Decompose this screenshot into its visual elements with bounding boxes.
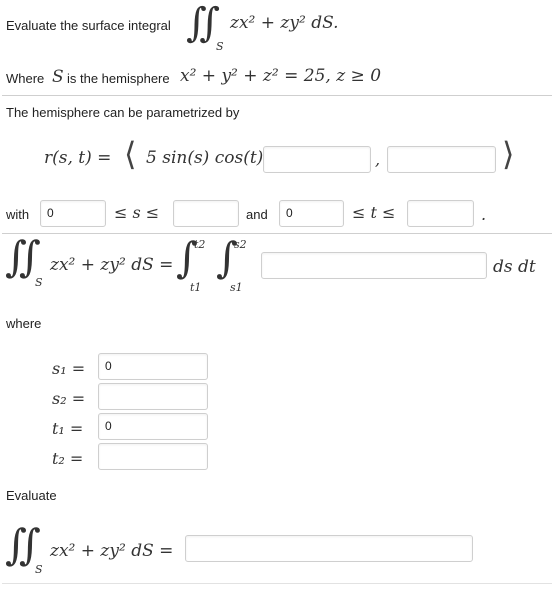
evaluate-label: Evaluate (6, 488, 57, 503)
divider (2, 233, 552, 234)
prompt-text: Evaluate the surface integral (6, 18, 171, 33)
prompt-integrand: zx² + zy² dS. (230, 13, 339, 33)
lower-limit-inner: s1 (230, 281, 243, 294)
iterated-lhs: zx² + zy² dS = (50, 255, 174, 275)
divider (2, 95, 552, 96)
double-integral-sign: ∬ (186, 0, 221, 46)
s-inequality: ≤ s ≤ (114, 203, 160, 222)
t-inequality: ≤ t ≤ (352, 203, 396, 222)
right-angle-bracket: ⟩ (502, 135, 515, 173)
period: . (481, 205, 487, 224)
surface-subscript: S (216, 40, 224, 53)
s-upper-input[interactable] (173, 200, 239, 227)
where-label: where (6, 316, 42, 331)
component-z-input[interactable] (387, 146, 496, 173)
integrand-input[interactable] (261, 252, 487, 279)
s1-input[interactable]: 0 (98, 353, 208, 380)
final-answer-input[interactable] (185, 535, 473, 562)
bottom-divider (2, 583, 552, 584)
surface-subscript: S (35, 563, 43, 576)
s2-input[interactable] (98, 383, 208, 410)
t-lower-input[interactable]: 0 (279, 200, 344, 227)
where-label: Where (6, 71, 45, 86)
double-integral-sign: ∬ (5, 520, 41, 569)
upper-limit-inner: s2 (234, 238, 247, 251)
parametrize-label: The hemisphere can be parametrized by (6, 105, 240, 120)
lower-limit-outer: t1 (190, 281, 202, 294)
upper-limit-outer: t2 (194, 238, 206, 251)
with-label: with (6, 207, 30, 222)
left-angle-bracket: ⟨ (124, 135, 137, 173)
surface-subscript: S (35, 276, 43, 289)
t1-input[interactable]: 0 (98, 413, 208, 440)
t1-label: t₁ = (52, 419, 84, 438)
r-function-lhs: r(s, t) = (44, 148, 112, 168)
first-component: 5 sin(s) cos(t) , (146, 148, 275, 168)
t2-input[interactable] (98, 443, 208, 470)
s2-label: s₂ = (52, 389, 86, 408)
and-label: and (246, 207, 268, 222)
final-lhs: zx² + zy² dS = (50, 541, 174, 561)
t-upper-input[interactable] (407, 200, 474, 227)
is-hemisphere-label: is the hemisphere (67, 71, 170, 86)
ds-dt-label: ds dt (493, 257, 536, 277)
surface-symbol: S (52, 67, 64, 87)
hemisphere-equation: x² + y² + z² = 25, z ≥ 0 (180, 66, 382, 86)
component-y-input[interactable] (263, 146, 371, 173)
t2-label: t₂ = (52, 449, 84, 468)
double-integral-sign: ∬ (5, 232, 41, 281)
s1-label: s₁ = (52, 359, 86, 378)
s-lower-input[interactable]: 0 (40, 200, 106, 227)
component-separator: , (375, 150, 381, 169)
